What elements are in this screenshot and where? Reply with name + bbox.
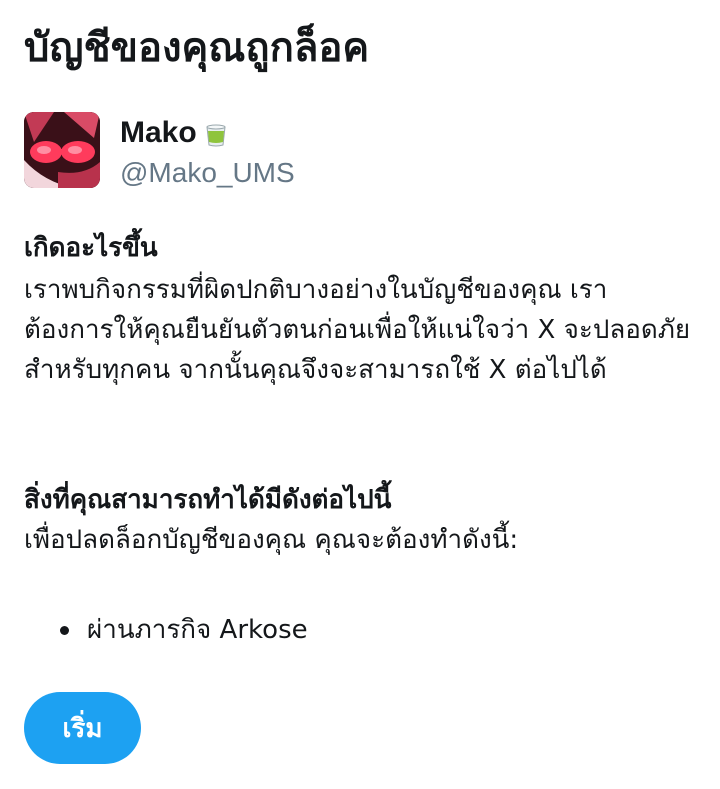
step-label: ผ่านภารกิจ Arkose bbox=[87, 615, 308, 645]
start-button[interactable]: เริ่ม bbox=[24, 692, 141, 764]
avatar-image bbox=[24, 112, 100, 188]
list-item: ผ่านภารกิจ Arkose bbox=[60, 608, 308, 652]
display-name: Mako bbox=[120, 116, 197, 149]
page-title: บัญชีของคุณถูกล็อค bbox=[24, 25, 370, 71]
what-next-heading: สิ่งที่คุณสามารถทำได้มีดังต่อไปนี้ bbox=[24, 485, 392, 515]
what-happened-heading: เกิดอะไรขึ้น bbox=[24, 233, 158, 263]
account-handle: @Mako_UMS bbox=[120, 157, 295, 188]
what-next-section: สิ่งที่คุณสามารถทำได้มีดังต่อไปนี้ เพื่อ… bbox=[24, 480, 696, 560]
account-card: Mako @Mako_UMS bbox=[24, 112, 295, 190]
what-happened-body: เราพบกิจกรรมที่ผิดปกติบางอย่างในบัญชีของ… bbox=[24, 275, 691, 385]
what-next-body: เพื่อปลดล็อกบัญชีของคุณ คุณจะต้องทำดังนี… bbox=[24, 525, 519, 555]
bullet-icon bbox=[60, 625, 69, 635]
steps-list: ผ่านภารกิจ Arkose bbox=[60, 608, 308, 652]
avatar bbox=[24, 112, 100, 188]
what-happened-section: เกิดอะไรขึ้น เราพบกิจกรรมที่ผิดปกติบางอย… bbox=[24, 228, 696, 390]
tea-cup-icon bbox=[201, 118, 231, 148]
